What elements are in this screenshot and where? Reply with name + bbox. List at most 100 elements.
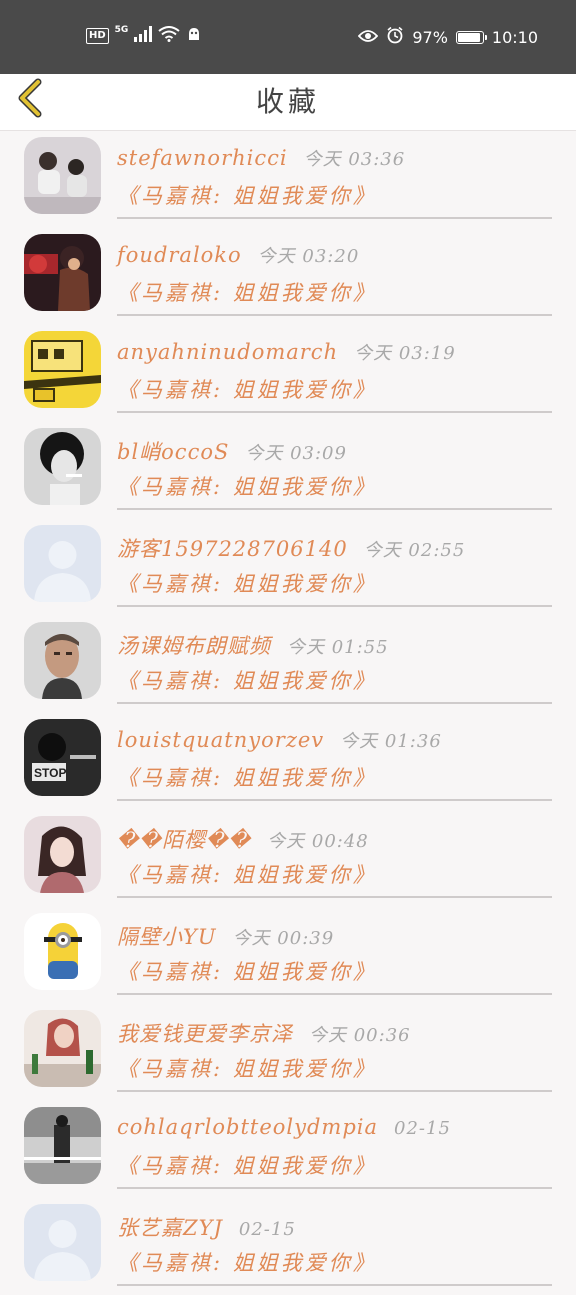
favorite-item[interactable]: 我爱钱更爱李京泽 今天 00:36 《马嘉祺: 姐姐我爱你》 <box>0 1004 576 1101</box>
avatar[interactable] <box>24 913 101 990</box>
divider <box>117 314 552 316</box>
status-right: 97% 10:10 <box>358 26 538 48</box>
username[interactable]: 游客1597228706140 <box>117 537 348 561</box>
divider <box>117 702 552 704</box>
username[interactable]: 我爱钱更爱李京泽 <box>117 1022 293 1046</box>
avatar[interactable] <box>24 816 101 893</box>
favorite-item[interactable]: 隔壁小YU 今天 00:39 《马嘉祺: 姐姐我爱你》 <box>0 907 576 1004</box>
divider <box>117 411 552 413</box>
username[interactable]: foudraloko <box>117 243 242 267</box>
eye-icon <box>358 28 379 47</box>
item-header: 游客1597228706140 今天 02:55 <box>117 533 557 563</box>
favorite-content[interactable]: 《马嘉祺: 姐姐我爱你》 <box>117 762 377 792</box>
divider <box>117 1187 552 1189</box>
avatar[interactable] <box>24 137 101 214</box>
item-header: ��陌樱�� 今天 00:48 <box>117 824 557 854</box>
battery-fill <box>457 32 480 42</box>
wifi-icon <box>158 26 180 46</box>
favorite-item[interactable]: cohlaqrlobtteolydmpia 02-15 《马嘉祺: 姐姐我爱你》 <box>0 1101 576 1198</box>
favorite-content[interactable]: 《马嘉祺: 姐姐我爱你》 <box>117 1247 377 1277</box>
favorite-item[interactable]: 汤课姆布朗赋频 今天 01:55 《马嘉祺: 姐姐我爱你》 <box>0 616 576 713</box>
avatar[interactable] <box>24 1107 101 1184</box>
avatar[interactable]: STOP <box>24 719 101 796</box>
item-header: cohlaqrlobtteolydmpia 02-15 <box>117 1115 557 1139</box>
favorite-item[interactable]: 张艺嘉ZYJ 02-15 《马嘉祺: 姐姐我爱你》 <box>0 1198 576 1295</box>
item-header: anyahninudomarch 今天 03:19 <box>117 339 557 365</box>
favorite-item[interactable]: foudraloko 今天 03:20 《马嘉祺: 姐姐我爱你》 <box>0 228 576 325</box>
battery-icon <box>455 30 487 44</box>
divider <box>117 217 552 219</box>
username[interactable]: ��陌樱�� <box>117 828 251 852</box>
username[interactable]: anyahninudomarch <box>117 340 338 364</box>
timestamp: 今天 03:20 <box>257 246 360 267</box>
divider <box>117 799 552 801</box>
item-header: 汤课姆布朗赋频 今天 01:55 <box>117 630 557 660</box>
favorite-content[interactable]: 《马嘉祺: 姐姐我爱你》 <box>117 277 377 307</box>
divider <box>117 1090 552 1092</box>
divider <box>117 993 552 995</box>
divider <box>117 605 552 607</box>
username[interactable]: bl峭occoS <box>117 440 229 464</box>
timestamp: 今天 00:39 <box>232 928 335 949</box>
favorite-content[interactable]: 《马嘉祺: 姐姐我爱你》 <box>117 665 377 695</box>
alarm-icon <box>386 26 404 48</box>
favorite-item[interactable]: ��陌樱�� 今天 00:48 《马嘉祺: 姐姐我爱你》 <box>0 810 576 907</box>
avatar[interactable] <box>24 622 101 699</box>
page-title: 收藏 <box>255 85 320 118</box>
username[interactable]: stefawnorhicci <box>117 146 288 170</box>
favorite-item[interactable]: STOP louistquatnyorzev 今天 01:36 《马嘉祺: 姐姐我爱你… <box>0 713 576 810</box>
divider <box>117 1284 552 1286</box>
username[interactable]: 隔壁小YU <box>117 925 217 949</box>
clock: 10:10 <box>491 27 538 47</box>
username[interactable]: louistquatnyorzev <box>117 728 324 752</box>
favorite-content[interactable]: 《马嘉祺: 姐姐我爱你》 <box>117 956 377 986</box>
timestamp: 今天 02:55 <box>363 540 466 561</box>
item-header: louistquatnyorzev 今天 01:36 <box>117 727 557 753</box>
timestamp: 今天 00:36 <box>309 1025 411 1046</box>
favorite-item[interactable]: stefawnorhicci 今天 03:36 《马嘉祺: 姐姐我爱你》 <box>0 131 576 228</box>
network-type: 5G <box>114 25 129 35</box>
favorite-content[interactable]: 《马嘉祺: 姐姐我爱你》 <box>117 1053 377 1083</box>
favorite-content[interactable]: 《马嘉祺: 姐姐我爱你》 <box>117 180 377 210</box>
favorite-item[interactable]: 游客1597228706140 今天 02:55 《马嘉祺: 姐姐我爱你》 <box>0 519 576 616</box>
timestamp: 今天 03:19 <box>354 343 456 364</box>
timestamp: 今天 03:36 <box>303 149 406 170</box>
favorite-content[interactable]: 《马嘉祺: 姐姐我爱你》 <box>117 374 377 404</box>
hd-badge: HD <box>86 28 109 44</box>
favorite-item[interactable]: bl峭occoS 今天 03:09 《马嘉祺: 姐姐我爱你》 <box>0 422 576 519</box>
item-header: 张艺嘉ZYJ 02-15 <box>117 1212 557 1242</box>
favorite-item[interactable]: anyahninudomarch 今天 03:19 《马嘉祺: 姐姐我爱你》 <box>0 325 576 422</box>
username[interactable]: cohlaqrlobtteolydmpia <box>117 1115 378 1139</box>
timestamp: 今天 00:48 <box>267 831 369 852</box>
item-header: 隔壁小YU 今天 00:39 <box>117 921 557 951</box>
avatar[interactable] <box>24 331 101 408</box>
favorites-list: stefawnorhicci 今天 03:36 《马嘉祺: 姐姐我爱你》 foudra… <box>0 131 576 1295</box>
timestamp: 今天 01:55 <box>287 637 389 658</box>
favorite-content[interactable]: 《马嘉祺: 姐姐我爱你》 <box>117 859 377 889</box>
timestamp: 今天 03:09 <box>245 443 347 464</box>
item-header: foudraloko 今天 03:20 <box>117 242 557 268</box>
battery-percent: 97% <box>412 27 448 47</box>
top-app-bar: 收藏 <box>0 74 576 131</box>
item-header: 我爱钱更爱李京泽 今天 00:36 <box>117 1018 557 1048</box>
avatar[interactable] <box>24 1010 101 1087</box>
username[interactable]: 汤课姆布朗赋频 <box>117 634 271 658</box>
app-notification-icon <box>186 26 202 46</box>
username[interactable]: 张艺嘉ZYJ <box>117 1216 223 1240</box>
timestamp: 今天 01:36 <box>340 731 442 752</box>
signal-icon <box>134 26 153 46</box>
item-header: stefawnorhicci 今天 03:36 <box>117 145 557 171</box>
avatar[interactable] <box>24 1204 101 1281</box>
timestamp: 02-15 <box>238 1219 296 1240</box>
avatar[interactable] <box>24 428 101 505</box>
timestamp: 02-15 <box>394 1118 451 1139</box>
divider <box>117 896 552 898</box>
favorite-content[interactable]: 《马嘉祺: 姐姐我爱你》 <box>117 1150 377 1180</box>
avatar[interactable] <box>24 234 101 311</box>
status-bar: HD 5G 97% 10:10 <box>0 0 576 74</box>
favorite-content[interactable]: 《马嘉祺: 姐姐我爱你》 <box>117 568 377 598</box>
svg-text:STOP: STOP <box>34 766 66 780</box>
status-left: HD 5G <box>86 25 202 46</box>
avatar[interactable] <box>24 525 101 602</box>
favorite-content[interactable]: 《马嘉祺: 姐姐我爱你》 <box>117 471 377 501</box>
